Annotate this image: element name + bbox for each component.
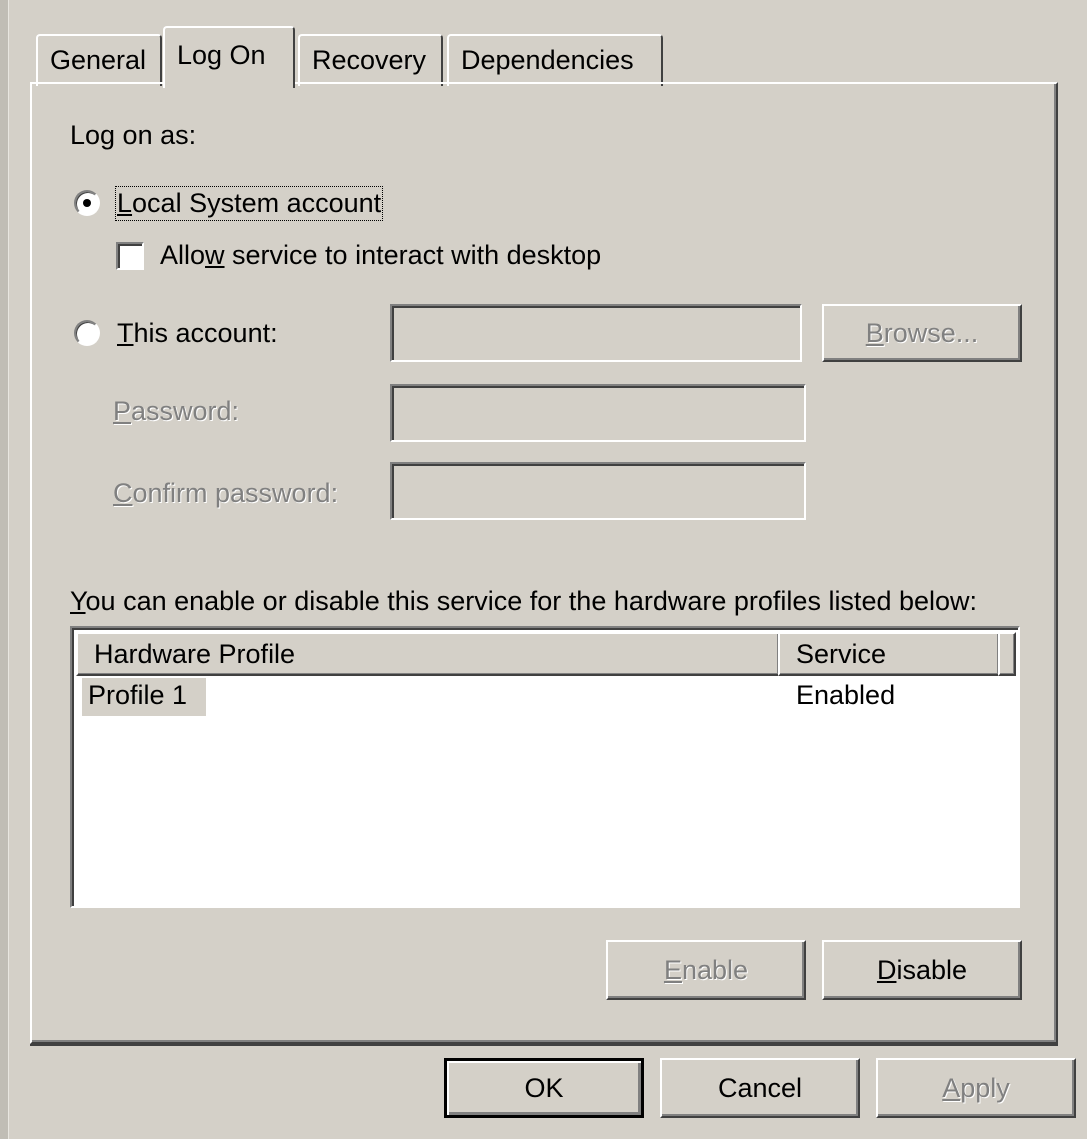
- tab-log-on[interactable]: Log On: [163, 26, 295, 88]
- browse-button-label: Browse...: [865, 317, 979, 348]
- service-status-cell: Enabled: [796, 680, 896, 710]
- browse-mnemonic: B: [865, 317, 884, 348]
- allow-interact-label[interactable]: Allow service to interact with desktop: [160, 240, 601, 271]
- password-mnemonic: P: [113, 396, 132, 426]
- profiles-description-mnemonic: Y: [70, 586, 86, 616]
- table-row[interactable]: Profile 1 Enabled: [76, 676, 1016, 716]
- ok-button-label: OK: [524, 1072, 564, 1103]
- disable-mnemonic: D: [876, 954, 897, 985]
- column-header-service[interactable]: Service: [778, 632, 1000, 676]
- tab-general[interactable]: General: [36, 34, 162, 86]
- this-account-label[interactable]: This account:: [117, 318, 278, 349]
- enable-button-label: Enable: [663, 954, 749, 985]
- tab-dependencies[interactable]: Dependencies: [447, 34, 663, 86]
- radio-selected-dot: [83, 199, 91, 207]
- log-on-as-label: Log on as:: [70, 120, 197, 150]
- enable-mnemonic: E: [663, 954, 682, 985]
- apply-button[interactable]: Apply: [876, 1058, 1076, 1118]
- apply-mnemonic: A: [942, 1072, 961, 1103]
- confirm-password-label: Confirm password:: [113, 478, 339, 508]
- profiles-description: You can enable or disable this service f…: [70, 586, 978, 616]
- password-label: Password:: [113, 396, 240, 426]
- tab-recovery-label: Recovery: [312, 45, 427, 75]
- column-header-hardware-profile-label: Hardware Profile: [94, 639, 296, 669]
- column-header-filler: [998, 632, 1016, 676]
- column-header-hardware-profile[interactable]: Hardware Profile: [76, 632, 780, 676]
- local-system-label[interactable]: Local System account: [114, 186, 384, 221]
- panel-bottom-border: [30, 1044, 1058, 1046]
- enable-button[interactable]: Enable: [606, 940, 806, 1000]
- hardware-profiles-list[interactable]: Hardware Profile Service Profile 1 Enabl…: [70, 626, 1020, 908]
- disable-button-label: Disable: [876, 954, 968, 985]
- allow-interact-mnemonic: w: [205, 240, 225, 270]
- allow-interact-checkbox[interactable]: [116, 242, 144, 270]
- tab-dependencies-label: Dependencies: [461, 45, 634, 75]
- disable-button[interactable]: Disable: [822, 940, 1022, 1000]
- local-system-radio[interactable]: [74, 190, 100, 216]
- tab-general-label: General: [50, 45, 147, 75]
- confirm-password-mnemonic: C: [113, 478, 133, 508]
- tab-log-on-label: Log On: [177, 40, 266, 70]
- cancel-button[interactable]: Cancel: [660, 1058, 860, 1118]
- this-account-mnemonic: T: [117, 318, 134, 348]
- tab-recovery[interactable]: Recovery: [298, 34, 443, 86]
- profile-name-cell: Profile 1: [88, 680, 188, 710]
- cancel-button-label: Cancel: [717, 1072, 803, 1103]
- this-account-radio[interactable]: [74, 320, 100, 346]
- active-tab-joint: [165, 82, 293, 86]
- confirm-password-field[interactable]: [390, 462, 806, 520]
- local-system-label-text: ocal System account: [132, 188, 382, 218]
- window-left-edge: [0, 0, 9, 1139]
- ok-button[interactable]: OK: [444, 1058, 644, 1118]
- account-field[interactable]: [390, 304, 802, 362]
- browse-button[interactable]: Browse...: [822, 304, 1022, 362]
- local-system-label-mnemonic: L: [117, 188, 133, 218]
- column-header-service-label: Service: [796, 639, 887, 669]
- password-field[interactable]: [390, 384, 806, 442]
- apply-button-label: Apply: [942, 1072, 1010, 1103]
